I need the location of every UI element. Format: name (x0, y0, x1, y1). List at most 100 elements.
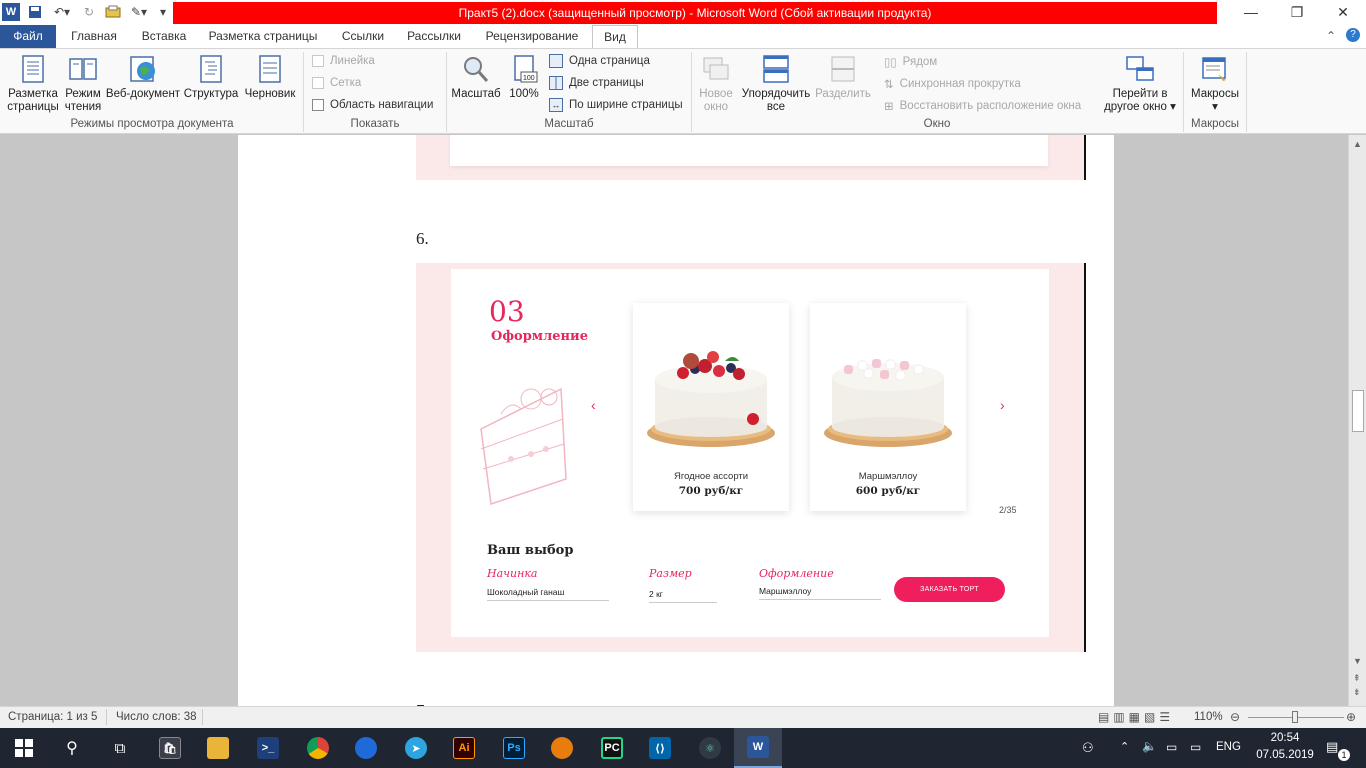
vertical-scrollbar[interactable]: ▲ ▼ ⇞ ⇟ (1348, 135, 1366, 706)
task-view-icon[interactable]: ⧉ (96, 728, 144, 768)
page-width-button[interactable]: ↔ По ширине страницы (549, 98, 683, 112)
close-button[interactable]: ✕ (1320, 0, 1366, 25)
macros-button[interactable]: Макросы ▾ (1186, 54, 1244, 114)
tab-file[interactable]: Файл (0, 25, 56, 48)
next-page-icon[interactable]: ⇟ (1353, 687, 1361, 698)
prev-page-icon[interactable]: ⇞ (1353, 673, 1361, 684)
help-icon[interactable]: ? (1346, 28, 1360, 42)
decoration-value: Маршмэллоу (759, 586, 812, 596)
split-button[interactable]: Разделить (814, 54, 872, 101)
network-icon[interactable]: ▭ (1166, 740, 1177, 754)
scroll-thumb[interactable] (1352, 390, 1364, 432)
notification-badge: 1 (1338, 749, 1350, 761)
tab-home[interactable]: Главная (62, 25, 126, 48)
zoom-out-icon[interactable]: ⊖ (1230, 710, 1240, 724)
taskbar-word[interactable]: W (734, 728, 782, 768)
gridlines-checkbox[interactable]: Сетка (312, 77, 361, 89)
web-layout-button[interactable]: Веб-документ (104, 54, 182, 101)
carousel-next-icon[interactable]: › (1000, 397, 1005, 413)
taskbar-photoshop[interactable]: Ps (490, 728, 538, 768)
collapse-ribbon-icon[interactable]: ⌃ (1326, 29, 1336, 43)
scroll-down-icon[interactable]: ▼ (1353, 656, 1362, 666)
filling-value: Шоколадный ганаш (487, 587, 565, 597)
tab-mailings[interactable]: Рассылки (400, 25, 468, 48)
page-count[interactable]: Страница: 1 из 5 (8, 711, 97, 723)
two-pages-button[interactable]: Две страницы (549, 76, 644, 90)
word-app-icon[interactable]: W (2, 3, 20, 21)
clock-time[interactable]: 20:54 (1262, 732, 1308, 744)
size-field[interactable]: 2 кг (649, 589, 717, 603)
tab-review[interactable]: Рецензирование (478, 25, 586, 48)
page-width-label: По ширине страницы (569, 99, 683, 111)
document-page[interactable]: 6. 03 Оформление ‹ › Ягодное ассорти 700… (238, 135, 1114, 706)
new-window-label-2: окно (703, 101, 729, 113)
start-button[interactable] (0, 728, 48, 768)
zoom-in-icon[interactable]: ⊕ (1346, 710, 1356, 724)
zoom-100-button[interactable]: 100 100% (506, 54, 542, 101)
sync-scroll-button[interactable]: ⇅ Синхронная прокрутка (884, 77, 1021, 91)
reset-window-button[interactable]: ⊞ Восстановить расположение окна (884, 99, 1081, 113)
battery-icon[interactable]: ▭ (1190, 740, 1201, 754)
zoom-level[interactable]: 110% (1194, 711, 1223, 723)
show-hidden-icons[interactable]: ⌃ (1120, 740, 1129, 753)
taskbar-chrome[interactable] (294, 728, 342, 768)
clock-date[interactable]: 07.05.2019 (1256, 749, 1314, 761)
search-icon[interactable]: ⚲ (48, 728, 96, 768)
tab-view[interactable]: Вид (592, 25, 638, 49)
side-by-side-button[interactable]: ▯▯ Рядом (884, 55, 937, 69)
customize-qat-icon[interactable]: ▾ (156, 3, 170, 21)
product-price: 600 руб/кг (855, 485, 921, 497)
print-preview-icon[interactable] (103, 3, 123, 21)
taskbar-pycharm[interactable]: PC (588, 728, 636, 768)
product-card[interactable]: Ягодное ассорти 700 руб/кг (633, 303, 789, 511)
draft-button[interactable]: Черновик (240, 54, 300, 101)
zoom-slider-thumb[interactable] (1292, 711, 1298, 723)
tab-references[interactable]: Ссылки (332, 25, 394, 48)
word-count[interactable]: Число слов: 38 (116, 711, 197, 723)
view-buttons[interactable]: ▤▥▦▧☰ (1098, 710, 1174, 724)
save-icon[interactable] (26, 3, 44, 21)
format-painter-icon[interactable]: ✎▾ (126, 3, 152, 21)
language-indicator[interactable]: ENG (1216, 741, 1241, 753)
outline-label: Структура (183, 88, 239, 100)
outline-button[interactable]: Структура (182, 54, 240, 101)
web-layout-label: Веб-документ (105, 88, 181, 100)
arrange-all-button[interactable]: Упорядочить все (738, 54, 814, 114)
taskbar-powershell[interactable]: >_ (244, 728, 292, 768)
taskbar-atom[interactable]: ⚛ (686, 728, 734, 768)
taskbar-store[interactable]: 🛍 (146, 728, 194, 768)
order-cake-button[interactable]: ЗАКАЗАТЬ ТОРТ (894, 577, 1005, 602)
redo-icon[interactable]: ↻ (80, 3, 98, 21)
gridlines-label: Сетка (330, 77, 362, 89)
scroll-up-icon[interactable]: ▲ (1353, 139, 1362, 149)
document-area[interactable]: 6. 03 Оформление ‹ › Ягодное ассорти 700… (0, 135, 1348, 706)
one-page-button[interactable]: Одна страница (549, 54, 650, 68)
minimize-button[interactable]: — (1228, 0, 1274, 25)
reading-mode-button[interactable]: Режим чтения (62, 54, 104, 114)
people-icon[interactable]: ⚇ (1082, 740, 1094, 756)
taskbar-blender[interactable] (538, 728, 586, 768)
product-card[interactable]: Маршмэллоу 600 руб/кг (810, 303, 966, 511)
filling-field[interactable]: Шоколадный ганаш (487, 587, 609, 601)
previous-card-fragment (450, 135, 1048, 166)
taskbar-firefox[interactable] (342, 728, 390, 768)
volume-icon[interactable]: 🔈 (1142, 739, 1157, 753)
ruler-checkbox[interactable]: Линейка (312, 55, 375, 67)
new-window-button[interactable]: Новое окно (696, 54, 736, 114)
undo-icon[interactable]: ↶▾ (50, 3, 74, 21)
decoration-field[interactable]: Маршмэллоу (759, 586, 881, 600)
zoom-button[interactable]: Масштаб (450, 54, 502, 101)
sync-scroll-icon: ⇅ (884, 79, 894, 91)
notifications-icon[interactable]: ▤ (1326, 739, 1338, 755)
taskbar-explorer[interactable] (194, 728, 242, 768)
taskbar-illustrator[interactable]: Ai (440, 728, 488, 768)
tab-page-layout[interactable]: Разметка страницы (204, 25, 322, 48)
tab-insert[interactable]: Вставка (132, 25, 196, 48)
navigation-pane-checkbox[interactable]: Область навигации (312, 99, 433, 111)
restore-button[interactable]: ❐ (1274, 0, 1320, 25)
carousel-prev-icon[interactable]: ‹ (591, 397, 596, 413)
switch-windows-button[interactable]: Перейти в другое окно ▾ (1100, 54, 1180, 114)
taskbar-vscode[interactable]: ⟨⟩ (636, 728, 684, 768)
taskbar-telegram[interactable]: ➤ (392, 728, 440, 768)
print-layout-button[interactable]: Разметка страницы (4, 54, 62, 114)
